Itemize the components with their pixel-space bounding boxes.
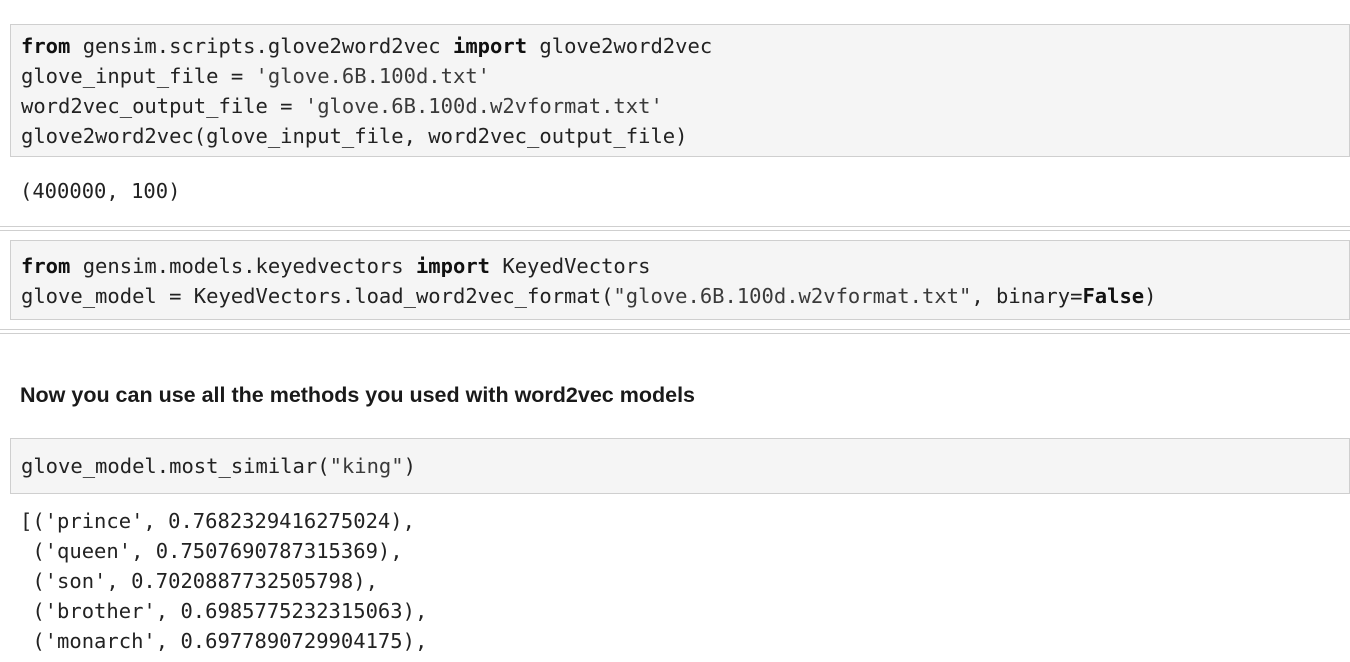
code-token: glove_model.most_similar( xyxy=(21,454,330,478)
code-string: "king" xyxy=(329,454,404,478)
code-keyword: import xyxy=(452,34,528,58)
code-token: KeyedVectors xyxy=(490,254,651,278)
code-string: "glove.6B.100d.w2vformat.txt" xyxy=(613,284,972,308)
code-token: gensim.models.keyedvectors xyxy=(70,254,416,278)
code-token: glove2word2vec(glove_input_file, word2ve… xyxy=(21,124,688,148)
code-keyword: False xyxy=(1082,284,1145,308)
cell-output: [('prince', 0.7682329416275024), ('queen… xyxy=(20,506,1340,656)
code-token: , binary= xyxy=(971,284,1083,308)
output-line: [('prince', 0.7682329416275024), xyxy=(20,509,415,533)
output-line: ('brother', 0.6985775232315063), xyxy=(20,599,428,623)
code-keyword: from xyxy=(21,254,71,278)
code-token: glove2word2vec xyxy=(527,34,713,58)
output-line: ('son', 0.7020887732505798), xyxy=(20,569,378,593)
code-line: glove_model.most_similar("king") xyxy=(21,451,1349,481)
cell-separator xyxy=(0,329,1350,334)
code-cell-most-similar[interactable]: glove_model.most_similar("king") xyxy=(10,438,1350,494)
code-line: glove2word2vec(glove_input_file, word2ve… xyxy=(21,121,1349,151)
code-keyword: from xyxy=(21,34,71,58)
code-cell-load-keyedvectors[interactable]: from gensim.models.keyedvectors import K… xyxy=(10,240,1350,320)
cell-output: (400000, 100) xyxy=(20,176,1340,206)
code-string: 'glove.6B.100d.txt' xyxy=(255,64,491,88)
output-line: ('monarch', 0.6977890729904175), xyxy=(20,629,428,653)
code-cell-glove2word2vec[interactable]: from gensim.scripts.glove2word2vec impor… xyxy=(10,24,1350,157)
code-token: word2vec_output_file = xyxy=(21,94,305,118)
code-line: glove_model = KeyedVectors.load_word2vec… xyxy=(21,281,1349,311)
code-string: 'glove.6B.100d.w2vformat.txt' xyxy=(304,94,663,118)
code-keyword: import xyxy=(415,254,491,278)
notebook: from gensim.scripts.glove2word2vec impor… xyxy=(0,0,1350,662)
output-line: ('queen', 0.7507690787315369), xyxy=(20,539,403,563)
code-token: glove_input_file = xyxy=(21,64,256,88)
markdown-heading: Now you can use all the methods you used… xyxy=(20,383,696,407)
code-line: glove_input_file = 'glove.6B.100d.txt' xyxy=(21,61,1349,91)
output-line: (400000, 100) xyxy=(20,179,181,203)
code-token: gensim.scripts.glove2word2vec xyxy=(70,34,453,58)
code-line: from gensim.scripts.glove2word2vec impor… xyxy=(21,31,1349,61)
code-line: from gensim.models.keyedvectors import K… xyxy=(21,251,1349,281)
code-token: ) xyxy=(1144,284,1157,308)
code-token: glove_model = KeyedVectors.load_word2vec… xyxy=(21,284,614,308)
code-line: word2vec_output_file = 'glove.6B.100d.w2… xyxy=(21,91,1349,121)
cell-separator xyxy=(0,226,1350,231)
code-token: ) xyxy=(403,454,416,478)
